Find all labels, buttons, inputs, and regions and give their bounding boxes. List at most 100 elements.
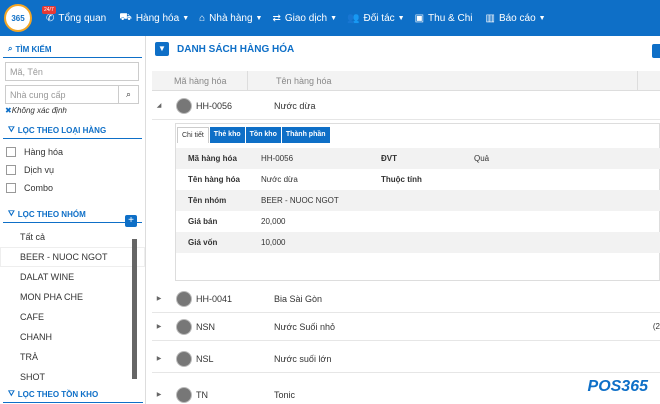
expand-icon[interactable]: ▶ (152, 355, 166, 362)
chart-icon: ▥ (485, 12, 495, 24)
product-thumbnail (176, 386, 192, 403)
nav-item-0[interactable]: ✆ Tổng quan (46, 12, 109, 25)
caret-down-icon: ▼ (255, 14, 263, 22)
field-label: Tên nhóm (188, 196, 227, 205)
group-filter-title: ⛛ LỌC THEO NHÓM (3, 201, 142, 223)
box-icon: ⛟ (119, 11, 132, 23)
collapse-icon[interactable]: ◢ (152, 102, 166, 109)
product-thumbnail (176, 350, 192, 367)
top-navbar: 365 24/7 ✆ Tổng quan ⛟ Hàng hóa ▼ ⌂ Nhà hàng ▼ ⇄… (0, 0, 660, 36)
expand-icon[interactable]: ▶ (152, 391, 166, 398)
product-code: TN (196, 389, 208, 400)
search-icon: ⌕ (125, 89, 132, 99)
search-icon: ⌕ (8, 44, 13, 53)
nav-item-4[interactable]: 👥 Đối tác ▼ (347, 12, 405, 25)
checkbox[interactable] (6, 147, 16, 157)
plus-icon: + (128, 215, 134, 226)
product-code: HH-0056 (196, 100, 233, 111)
home-icon: ⌂ (199, 12, 206, 24)
product-name: Bia Sài Gòn (274, 293, 323, 304)
field-value: Nước dừa (261, 175, 298, 184)
table-row[interactable]: ▶ NSN Nước Suối nhỏ (2 (152, 313, 660, 341)
group-item[interactable]: BEER - NUOC NGOT (0, 247, 145, 267)
product-code: HH-0041 (196, 293, 233, 304)
supplier-input[interactable]: Nhà cung cấp (5, 85, 119, 104)
row-extra: (2 (652, 322, 660, 331)
field-label: Giá vốn (188, 238, 218, 247)
filter-icon: ⛛ (8, 125, 15, 134)
stock-filter-title: ⛛ LỌC THEO TỒN KHO (3, 381, 143, 403)
table-row[interactable]: ◢ HH-0056 Nước dừa (152, 92, 660, 120)
code-name-search-input[interactable]: Mã, Tên (5, 62, 139, 81)
group-item[interactable]: MON PHA CHE (0, 287, 145, 307)
caret-down-icon: ▼ (330, 14, 338, 22)
field-value: 10,000 (261, 238, 286, 247)
checkbox[interactable] (6, 183, 16, 193)
type-option-service[interactable]: Dịch vụ (0, 161, 145, 179)
product-detail-panel: Chi tiết Thẻ kho Tồn kho Thành phần Mã hàng… (175, 123, 660, 281)
exchange-icon: ⇄ (272, 12, 281, 24)
money-icon: ▣ (414, 12, 425, 24)
product-thumbnail (176, 97, 192, 114)
group-list: + Tất cả BEER - NUOC NGOT DALAT WINE MON PH… (0, 215, 145, 387)
detail-tab[interactable]: Thẻ kho (209, 127, 245, 143)
product-thumbnail (176, 318, 192, 335)
support-badge: 24/7 (42, 6, 56, 14)
group-item[interactable]: TRÀ (0, 347, 145, 367)
type-option-goods[interactable]: Hàng hóa (0, 143, 145, 161)
filter-toggle-icon[interactable]: ▼ (155, 42, 169, 56)
users-icon: 👥 (347, 12, 360, 24)
checkbox[interactable] (6, 165, 16, 175)
field-label: Giá bán (188, 217, 218, 226)
field-label: Mã hàng hóa (188, 154, 237, 163)
group-item[interactable]: CAFE (0, 307, 145, 327)
nav-item-5[interactable]: ▣ Thu & Chi (415, 12, 476, 25)
detail-row: Giá vốn 10,000 (176, 232, 660, 253)
column-header-code[interactable]: Mã hàng hóa (152, 71, 248, 90)
column-header-name[interactable]: Tên hàng hóa (248, 76, 332, 86)
detail-row: Giá bán 20,000 (176, 211, 660, 232)
field-label: Thuộc tính (381, 175, 422, 184)
pos365-watermark: POS365 (587, 378, 648, 395)
field-value: HH-0056 (261, 154, 294, 163)
product-name: Nước dừa (274, 100, 316, 111)
app-logo[interactable]: 365 (4, 4, 32, 32)
table-row[interactable]: ▶ TN Tonic (152, 381, 660, 404)
remove-icon[interactable]: ✖ (5, 106, 12, 115)
type-option-combo[interactable]: Combo (0, 179, 145, 197)
expand-icon[interactable]: ▶ (152, 323, 166, 330)
product-code: NSL (196, 353, 214, 364)
logo-text: 365 (11, 13, 25, 23)
detail-tab[interactable]: Tồn kho (245, 127, 281, 143)
product-name: Nước Suối nhỏ (274, 321, 335, 332)
expand-icon[interactable]: ▶ (152, 295, 166, 302)
nav-item-6[interactable]: ▥ Báo cáo ▼ (486, 12, 546, 25)
group-item[interactable]: CHANH (0, 327, 145, 347)
type-filter-title: ⛛ LỌC THEO LOẠI HÀNG (3, 117, 142, 139)
caret-down-icon: ▼ (182, 14, 190, 22)
phone-icon: ✆ (46, 12, 55, 24)
detail-tab[interactable]: Chi tiết (177, 127, 209, 143)
detail-row: Tên nhóm BEER - NUOC NGOT (176, 190, 660, 211)
column-divider (637, 70, 638, 91)
product-name: Tonic (274, 389, 296, 400)
group-item[interactable]: DALAT WINE (0, 267, 145, 287)
group-item[interactable]: Tất cả (0, 227, 145, 247)
field-value: BEER - NUOC NGOT (261, 196, 339, 205)
nav-item-3[interactable]: ⇄ Giao dịch ▼ (272, 12, 337, 25)
sidebar: ⌕ TÌM KIẾM Mã, Tên Nhà cung cấp ⌕ ✖Không … (0, 36, 146, 404)
detail-tab[interactable]: Thành phần (281, 127, 330, 143)
unknown-supplier-filter[interactable]: ✖Không xác định (5, 106, 140, 115)
nav-item-2[interactable]: ⌂ Nhà hàng ▼ (199, 12, 262, 25)
field-label: ĐVT (381, 154, 397, 163)
table-header: Mã hàng hóa Tên hàng hóa (152, 70, 660, 91)
nav-item-1[interactable]: ⛟ Hàng hóa ▼ (119, 12, 189, 25)
supplier-search-button[interactable]: ⌕ (119, 85, 139, 104)
table-row[interactable]: ▶ NSL Nước suối lớn (152, 345, 660, 373)
caret-down-icon: ▼ (538, 14, 546, 22)
scrollbar[interactable] (132, 239, 137, 379)
table-row[interactable]: ▶ HH-0041 Bia Sài Gòn (152, 285, 660, 313)
action-button[interactable] (652, 44, 660, 58)
page-title: ▼ DANH SÁCH HÀNG HÓA (155, 42, 294, 56)
add-group-button[interactable]: + (125, 215, 137, 227)
